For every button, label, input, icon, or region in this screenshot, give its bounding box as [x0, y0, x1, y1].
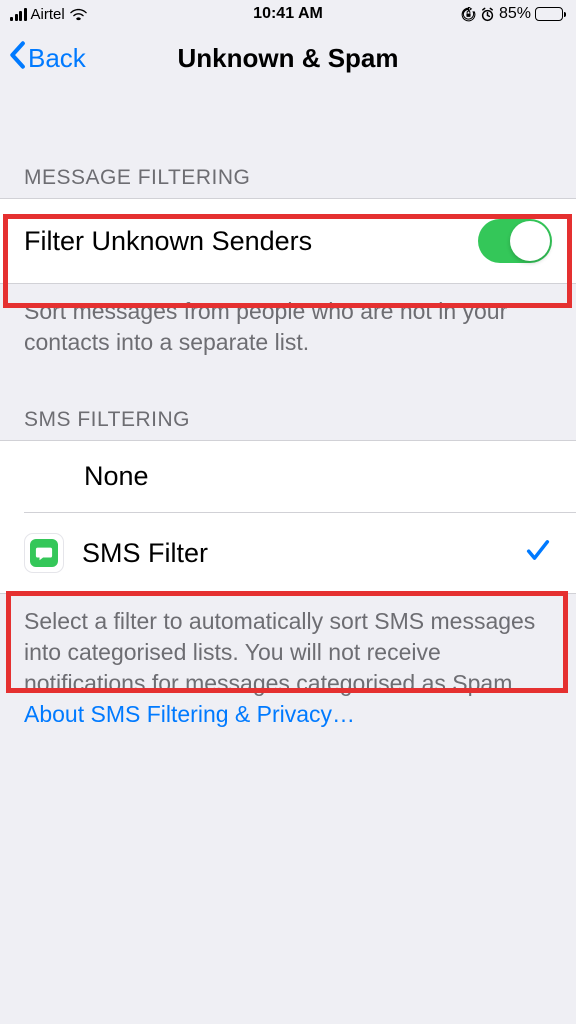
orientation-lock-icon — [461, 7, 476, 22]
sms-option-smsfilter-label: SMS Filter — [82, 538, 208, 569]
sms-filtering-group: None SMS Filter — [0, 440, 576, 594]
sms-filtering-footer-text: Select a filter to automatically sort SM… — [24, 608, 535, 696]
filter-unknown-senders-label: Filter Unknown Senders — [24, 226, 312, 257]
battery-percent: 85% — [499, 5, 531, 23]
toggle-knob — [510, 221, 550, 261]
back-label: Back — [28, 43, 86, 74]
carrier-label: Airtel — [31, 6, 65, 23]
chevron-left-icon — [8, 41, 26, 76]
wifi-icon — [69, 7, 88, 21]
sms-filter-app-icon — [24, 533, 64, 573]
checkmark-icon — [524, 536, 552, 571]
filter-unknown-senders-cell: Filter Unknown Senders — [0, 199, 576, 283]
message-filtering-group: Filter Unknown Senders — [0, 198, 576, 284]
signal-icon — [10, 8, 27, 21]
page-title: Unknown & Spam — [177, 43, 398, 74]
sms-filtering-footer: Select a filter to automatically sort SM… — [0, 594, 576, 742]
sms-option-none[interactable]: None — [0, 441, 576, 512]
chat-bubble-icon — [35, 544, 53, 562]
about-sms-filtering-link[interactable]: About SMS Filtering & Privacy… — [24, 701, 355, 727]
status-bar: Airtel 10:41 AM 85% — [0, 0, 576, 28]
back-button[interactable]: Back — [8, 41, 86, 76]
message-filtering-footer: Sort messages from people who are not in… — [0, 284, 576, 370]
filter-unknown-senders-toggle[interactable] — [478, 219, 552, 263]
alarm-icon — [480, 7, 495, 22]
sms-option-none-label: None — [84, 461, 149, 492]
battery-icon — [535, 7, 566, 21]
section-header-sms-filtering: SMS FILTERING — [0, 370, 576, 440]
status-time: 10:41 AM — [253, 5, 323, 23]
status-right: 85% — [461, 5, 566, 23]
status-left: Airtel — [10, 6, 88, 23]
sms-option-smsfilter[interactable]: SMS Filter — [0, 513, 576, 593]
navigation-bar: Back Unknown & Spam — [0, 28, 576, 88]
section-header-message-filtering: MESSAGE FILTERING — [0, 88, 576, 198]
